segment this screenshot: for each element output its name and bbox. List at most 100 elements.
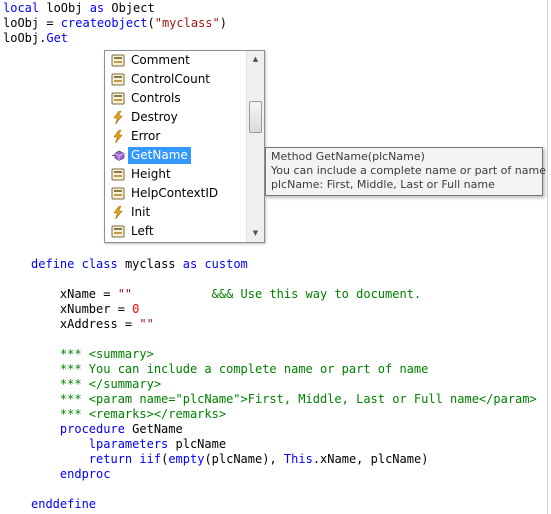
property-icon bbox=[111, 187, 125, 200]
quick-info-tooltip: Method GetName(plcName) You can include … bbox=[265, 147, 546, 196]
vertical-scrollbar[interactable]: ▲ ▼ bbox=[246, 51, 264, 242]
code-token: custom bbox=[204, 257, 248, 271]
code-line: define class myclass as custom bbox=[31, 257, 248, 272]
code-token: as bbox=[182, 257, 198, 271]
tooltip-signature: Method GetName(plcName) bbox=[271, 150, 425, 163]
code-token: loObj = bbox=[3, 16, 61, 30]
code-line: *** <remarks></remarks> bbox=[31, 407, 226, 422]
code-token: createobject bbox=[60, 16, 148, 30]
code-token: *** <remarks></remarks> bbox=[31, 407, 227, 421]
code-token: enddefine bbox=[31, 497, 97, 511]
scroll-down-button[interactable]: ▼ bbox=[247, 225, 264, 242]
code-token: lparameters bbox=[88, 437, 169, 451]
code-token: xNumber = bbox=[31, 302, 133, 316]
code-token: loObj. bbox=[3, 31, 47, 45]
code-token: *** </summary> bbox=[31, 377, 162, 391]
event-icon bbox=[111, 110, 125, 125]
code-token: "myclass" bbox=[154, 16, 220, 30]
member-list-item-label: Comment bbox=[131, 53, 190, 67]
property-icon bbox=[111, 225, 125, 238]
code-token: Object bbox=[104, 1, 155, 15]
code-token: ( bbox=[147, 16, 155, 30]
code-token: ) bbox=[219, 16, 227, 30]
method-icon bbox=[111, 149, 125, 162]
code-token: define bbox=[31, 257, 75, 271]
code-token: &&& Use this way to document. bbox=[211, 287, 422, 301]
scroll-up-button[interactable]: ▲ bbox=[247, 51, 264, 68]
code-line: loObj.Get bbox=[3, 31, 68, 46]
code-token: return bbox=[88, 452, 133, 466]
scroll-thumb[interactable] bbox=[249, 101, 262, 133]
member-list-item-label: Init bbox=[131, 205, 151, 219]
member-list-item-label: Height bbox=[131, 167, 171, 181]
code-line: xName = "" &&& Use this way to document. bbox=[31, 287, 421, 302]
member-list-item-label: GetName bbox=[128, 147, 191, 164]
code-token: Get bbox=[46, 31, 69, 45]
code-line: *** </summary> bbox=[31, 377, 161, 392]
code-token: .xName, plcName) bbox=[312, 452, 429, 466]
member-list-item-label: Left bbox=[131, 224, 154, 238]
code-token: 0 bbox=[132, 302, 140, 316]
code-editor[interactable]: local loObj as Object loObj = createobjec… bbox=[0, 0, 548, 514]
code-token: "" bbox=[139, 317, 154, 331]
member-list-item-label: Destroy bbox=[131, 110, 178, 124]
code-token: *** <param name="plcName">First, Middle,… bbox=[31, 392, 537, 406]
member-list-item[interactable]: ControlCount bbox=[105, 70, 246, 89]
member-list-item[interactable]: Destroy bbox=[105, 108, 246, 127]
code-token: plcName bbox=[168, 437, 227, 451]
code-token: loObj bbox=[39, 1, 90, 15]
member-list-item-label: Controls bbox=[131, 91, 181, 105]
member-list-item[interactable]: Height bbox=[105, 165, 246, 184]
tooltip-summary: You can include a complete name or part … bbox=[271, 164, 546, 177]
code-line: *** <param name="plcName">First, Middle,… bbox=[31, 392, 537, 407]
member-list-item[interactable]: Controls bbox=[105, 89, 246, 108]
code-token: xName = bbox=[31, 287, 118, 301]
code-token: iif bbox=[139, 452, 162, 466]
code-line: enddefine bbox=[31, 497, 96, 512]
code-token: myclass bbox=[117, 257, 183, 271]
code-token: *** You can include a complete name or p… bbox=[31, 362, 429, 376]
code-line: local loObj as Object bbox=[3, 1, 155, 16]
code-token: xAddress = bbox=[31, 317, 140, 331]
event-icon bbox=[111, 205, 125, 220]
member-list-item[interactable]: Error bbox=[105, 127, 246, 146]
code-token: This bbox=[283, 452, 313, 466]
member-list-item[interactable]: Comment bbox=[105, 51, 246, 70]
code-token: GetName bbox=[124, 422, 183, 436]
member-list-item[interactable]: Left bbox=[105, 222, 246, 241]
code-token: (plcName), bbox=[204, 452, 284, 466]
code-token: endproc bbox=[59, 467, 111, 481]
code-line: xNumber = 0 bbox=[31, 302, 140, 317]
code-token: class bbox=[81, 257, 118, 271]
code-line: lparameters plcName bbox=[31, 437, 226, 452]
property-icon bbox=[111, 73, 125, 86]
member-list-item[interactable]: HelpContextID bbox=[105, 184, 246, 203]
event-icon bbox=[111, 129, 125, 144]
member-list-item-label: Error bbox=[131, 129, 161, 143]
member-list-item-label: ControlCount bbox=[131, 72, 211, 86]
property-icon bbox=[111, 54, 125, 67]
code-line: loObj = createobject("myclass") bbox=[3, 16, 227, 31]
code-line: *** You can include a complete name or p… bbox=[31, 362, 428, 377]
code-line: procedure GetName bbox=[31, 422, 183, 437]
code-line: endproc bbox=[31, 467, 111, 482]
tooltip-param: plcName: First, Middle, Last or Full nam… bbox=[271, 178, 495, 191]
code-token: *** <summary> bbox=[31, 347, 154, 361]
code-line: *** <summary> bbox=[31, 347, 154, 362]
intellisense-popup[interactable]: Comment ControlCount Controls Destroy Error G… bbox=[104, 50, 265, 243]
code-token: as bbox=[89, 1, 105, 15]
code-token: local bbox=[3, 1, 40, 15]
member-list-item-label: HelpContextID bbox=[131, 186, 219, 200]
member-list-item[interactable]: GetName bbox=[105, 146, 246, 165]
code-token: procedure bbox=[59, 422, 125, 436]
code-token: empty bbox=[168, 452, 205, 466]
code-token: "" bbox=[117, 287, 133, 301]
code-line: return iif(empty(plcName), This.xName, p… bbox=[31, 452, 429, 467]
member-list-item[interactable]: Init bbox=[105, 203, 246, 222]
